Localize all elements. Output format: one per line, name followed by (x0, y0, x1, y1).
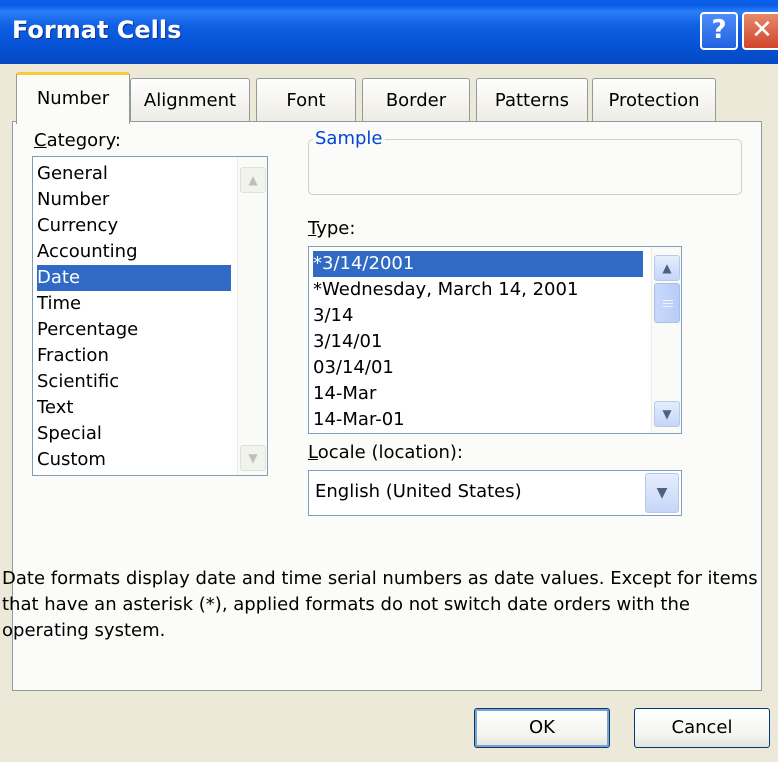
type-scroll-thumb[interactable] (654, 283, 680, 323)
ok-button[interactable]: OK (474, 708, 610, 748)
category-item-time[interactable]: Time (37, 291, 81, 317)
category-scrollbar[interactable]: ▲ ▼ (237, 157, 267, 475)
category-label: Category: (34, 130, 121, 151)
locale-label-text: Locale (location): (308, 442, 463, 463)
cancel-button[interactable]: Cancel (634, 708, 770, 748)
category-scroll-up-button[interactable]: ▲ (240, 167, 266, 193)
ok-button-label: OK (529, 717, 555, 738)
tab-alignment[interactable]: Alignment (130, 78, 250, 122)
tab-number-label: Number (36, 88, 110, 109)
type-item-1[interactable]: *3/14/2001 (313, 251, 643, 277)
tab-patterns-label: Patterns (494, 90, 570, 111)
chevron-down-icon: ▼ (248, 451, 258, 465)
type-item-5[interactable]: 03/14/01 (313, 355, 394, 381)
tab-protection-label: Protection (608, 90, 700, 111)
type-label-text: Type: (308, 218, 356, 239)
category-item-number[interactable]: Number (37, 187, 109, 213)
sample-label: Sample (313, 128, 385, 149)
type-list[interactable]: *3/14/2001 *Wednesday, March 14, 2001 3/… (308, 246, 682, 434)
type-item-7[interactable]: 14-Mar-01 (313, 407, 405, 433)
category-item-text[interactable]: Text (37, 395, 73, 421)
category-item-currency[interactable]: Currency (37, 213, 118, 239)
type-scroll-up-button[interactable]: ▲ (654, 255, 680, 281)
type-item-3[interactable]: 3/14 (313, 303, 353, 329)
locale-select[interactable]: English (United States) ▼ (308, 470, 682, 516)
title-bar[interactable]: Format Cells ? ✕ (0, 0, 778, 64)
close-button[interactable]: ✕ (742, 12, 778, 50)
tab-patterns[interactable]: Patterns (476, 78, 588, 122)
help-button[interactable]: ? (700, 12, 738, 50)
dialog-title: Format Cells (12, 16, 182, 44)
category-item-scientific[interactable]: Scientific (37, 369, 119, 395)
cancel-button-label: Cancel (671, 717, 733, 738)
category-item-fraction[interactable]: Fraction (37, 343, 109, 369)
category-item-general[interactable]: General (37, 161, 108, 187)
type-item-6[interactable]: 14-Mar (313, 381, 376, 407)
type-scrollbar[interactable]: ▲ ▼ (651, 247, 681, 433)
category-item-special[interactable]: Special (37, 421, 102, 447)
close-icon: ✕ (751, 15, 773, 45)
tab-protection[interactable]: Protection (592, 78, 716, 122)
category-item-date[interactable]: Date (37, 265, 231, 291)
chevron-up-icon: ▲ (662, 261, 672, 275)
tab-border[interactable]: Border (362, 78, 470, 122)
chevron-down-icon: ▼ (662, 407, 672, 421)
tab-alignment-label: Alignment (143, 90, 237, 111)
type-item-2[interactable]: *Wednesday, March 14, 2001 (313, 277, 578, 303)
tab-number[interactable]: Number (16, 72, 130, 124)
help-icon: ? (711, 15, 727, 45)
locale-value: English (United States) (315, 481, 522, 502)
tab-border-label: Border (385, 90, 447, 111)
locale-dropdown-button[interactable]: ▼ (645, 473, 679, 513)
category-list[interactable]: General Number Currency Accounting Date … (32, 156, 268, 476)
locale-label: Locale (location): (308, 442, 463, 463)
type-label: Type: (308, 218, 355, 239)
tab-font-label: Font (286, 90, 326, 111)
type-scroll-down-button[interactable]: ▼ (654, 401, 680, 427)
chevron-down-icon: ▼ (656, 485, 668, 501)
category-item-accounting[interactable]: Accounting (37, 239, 138, 265)
type-item-4[interactable]: 3/14/01 (313, 329, 382, 355)
category-item-custom[interactable]: Custom (37, 447, 106, 473)
format-description: Date formats display date and time seria… (2, 568, 758, 641)
category-item-percentage[interactable]: Percentage (37, 317, 138, 343)
category-label-text: Category: (34, 130, 121, 151)
sample-group: Sample (308, 128, 742, 195)
chevron-up-icon: ▲ (248, 173, 258, 187)
category-scroll-down-button[interactable]: ▼ (240, 445, 266, 471)
tab-font[interactable]: Font (256, 78, 356, 122)
